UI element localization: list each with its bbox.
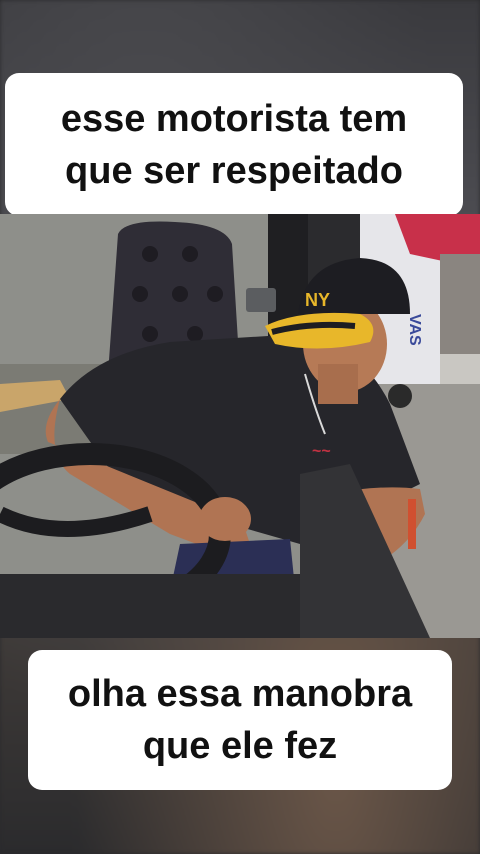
building [440,254,480,354]
shirt-logo: ~~ [312,443,331,460]
caption-bottom-line-2: que ele fez [142,725,338,767]
man-hand [199,497,251,541]
caption-top-line-1: esse motorista tem [60,97,408,140]
truck-trailer-text: VAS [406,314,423,346]
trailer-wheel [388,384,412,408]
video-frame[interactable]: VAS ~~ NY [0,214,480,638]
truck-cab-scene: VAS ~~ NY [0,214,480,638]
caption-bottom-line-1: olha essa manobra [67,673,413,715]
caption-top-line-2: que ser respeitado [65,149,403,192]
dashboard [0,574,300,638]
caption-bottom: olha essa manobra que ele fez [28,650,452,790]
man-neck [318,364,358,404]
bracelet [408,499,416,549]
cap-logo: NY [305,290,330,310]
caption-top: esse motorista tem que ser respeitado [5,73,463,216]
seatbelt-buckle [246,288,276,312]
